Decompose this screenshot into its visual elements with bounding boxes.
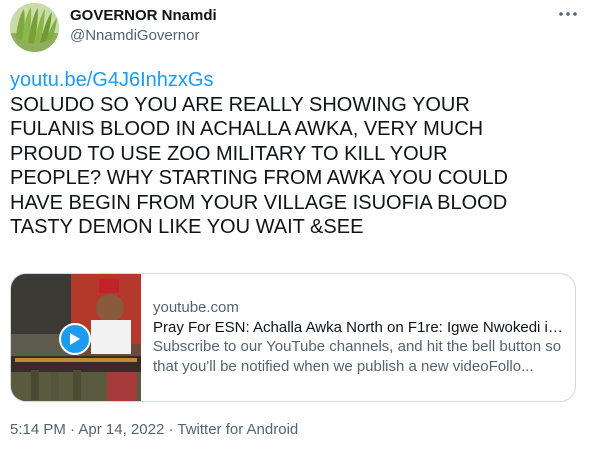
card-info: youtube.com Pray For ESN: Achalla Awka N… <box>153 284 565 376</box>
meta-separator: · <box>164 421 178 438</box>
avatar[interactable] <box>10 3 59 52</box>
tweet-body: SOLUDO SO YOU ARE REALLY SHOWING YOUR FU… <box>10 93 508 239</box>
tweet-link[interactable]: youtu.be/G4J6InhzxGs <box>10 68 580 93</box>
tweet-time[interactable]: 5:14 PM <box>10 421 66 438</box>
link-preview-card[interactable]: youtube.com Pray For ESN: Achalla Awka N… <box>10 273 576 402</box>
play-button[interactable] <box>59 323 91 355</box>
card-description: Subscribe to our YouTube channels, and h… <box>153 338 562 375</box>
tweet-source[interactable]: Twitter for Android <box>177 421 298 438</box>
card-title: Pray For ESN: Achalla Awka North on F1re… <box>153 318 565 336</box>
card-thumbnail[interactable] <box>11 274 141 401</box>
author-name[interactable]: GOVERNOR Nnamdi <box>70 7 217 24</box>
author-handle[interactable]: @NnamdiGovernor <box>70 27 199 44</box>
tweet-date[interactable]: Apr 14, 2022 <box>78 421 164 438</box>
meta-separator: · <box>65 421 79 438</box>
play-icon <box>70 333 80 345</box>
more-options-button[interactable] <box>557 6 579 22</box>
plantain-avatar-icon <box>10 3 59 52</box>
tweet-text: youtu.be/G4J6InhzxGs SOLUDO SO YOU ARE R… <box>10 68 580 240</box>
tweet-meta: 5:14 PM · Apr 14, 2022 · Twitter for And… <box>10 421 298 438</box>
card-domain: youtube.com <box>153 299 239 316</box>
more-icon <box>559 12 577 16</box>
